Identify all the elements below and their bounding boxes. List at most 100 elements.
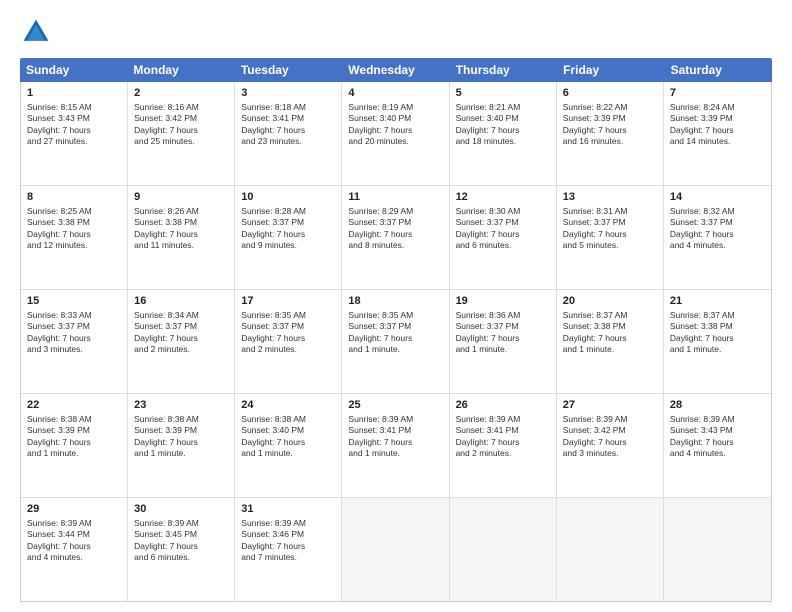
cell-line: Sunset: 3:39 PM (27, 425, 121, 436)
cal-cell: 4Sunrise: 8:19 AMSunset: 3:40 PMDaylight… (342, 82, 449, 185)
cell-line: Daylight: 7 hours (134, 541, 228, 552)
cal-cell: 27Sunrise: 8:39 AMSunset: 3:42 PMDayligh… (557, 394, 664, 497)
day-number: 29 (27, 502, 121, 517)
cell-line: Sunrise: 8:39 AM (134, 518, 228, 529)
cal-cell: 24Sunrise: 8:38 AMSunset: 3:40 PMDayligh… (235, 394, 342, 497)
cell-line: Sunset: 3:41 PM (348, 425, 442, 436)
cal-cell: 29Sunrise: 8:39 AMSunset: 3:44 PMDayligh… (21, 498, 128, 601)
cell-line: Daylight: 7 hours (241, 333, 335, 344)
cal-cell: 13Sunrise: 8:31 AMSunset: 3:37 PMDayligh… (557, 186, 664, 289)
day-number: 7 (670, 86, 765, 101)
page: SundayMondayTuesdayWednesdayThursdayFrid… (0, 0, 792, 612)
day-number: 6 (563, 86, 657, 101)
cell-line: Sunset: 3:37 PM (348, 217, 442, 228)
cal-cell (450, 498, 557, 601)
cell-line: and 1 minute. (456, 344, 550, 355)
day-number: 16 (134, 294, 228, 309)
cell-line: and 4 minutes. (27, 552, 121, 563)
cell-line: Sunrise: 8:29 AM (348, 206, 442, 217)
cell-line: Daylight: 7 hours (456, 229, 550, 240)
cell-line: Sunset: 3:41 PM (241, 113, 335, 124)
cell-line: Sunrise: 8:35 AM (348, 310, 442, 321)
cell-line: and 8 minutes. (348, 240, 442, 251)
day-number: 22 (27, 398, 121, 413)
day-number: 20 (563, 294, 657, 309)
cell-line: Sunset: 3:38 PM (134, 217, 228, 228)
cal-cell: 30Sunrise: 8:39 AMSunset: 3:45 PMDayligh… (128, 498, 235, 601)
cell-line: and 9 minutes. (241, 240, 335, 251)
cell-line: and 14 minutes. (670, 136, 765, 147)
cal-row: 8Sunrise: 8:25 AMSunset: 3:38 PMDaylight… (21, 186, 771, 290)
day-number: 25 (348, 398, 442, 413)
cell-line: Daylight: 7 hours (563, 437, 657, 448)
cal-cell: 28Sunrise: 8:39 AMSunset: 3:43 PMDayligh… (664, 394, 771, 497)
cell-line: Daylight: 7 hours (134, 437, 228, 448)
cell-line: Sunrise: 8:22 AM (563, 102, 657, 113)
day-number: 13 (563, 190, 657, 205)
logo (20, 16, 56, 48)
cal-cell: 11Sunrise: 8:29 AMSunset: 3:37 PMDayligh… (342, 186, 449, 289)
cell-line: Sunrise: 8:30 AM (456, 206, 550, 217)
cal-header-cell: Wednesday (342, 58, 449, 82)
cell-line: Sunset: 3:38 PM (27, 217, 121, 228)
day-number: 21 (670, 294, 765, 309)
cell-line: Sunset: 3:38 PM (670, 321, 765, 332)
cal-cell: 26Sunrise: 8:39 AMSunset: 3:41 PMDayligh… (450, 394, 557, 497)
cell-line: and 3 minutes. (27, 344, 121, 355)
cal-cell: 17Sunrise: 8:35 AMSunset: 3:37 PMDayligh… (235, 290, 342, 393)
cal-cell (342, 498, 449, 601)
cell-line: Sunrise: 8:35 AM (241, 310, 335, 321)
cell-line: and 18 minutes. (456, 136, 550, 147)
cell-line: Sunset: 3:37 PM (27, 321, 121, 332)
cell-line: and 27 minutes. (27, 136, 121, 147)
cell-line: Sunset: 3:42 PM (134, 113, 228, 124)
cell-line: Sunrise: 8:37 AM (670, 310, 765, 321)
cell-line: Sunset: 3:37 PM (241, 217, 335, 228)
day-number: 15 (27, 294, 121, 309)
cal-cell: 23Sunrise: 8:38 AMSunset: 3:39 PMDayligh… (128, 394, 235, 497)
calendar-header: SundayMondayTuesdayWednesdayThursdayFrid… (20, 58, 772, 82)
cell-line: Sunset: 3:37 PM (670, 217, 765, 228)
cell-line: and 3 minutes. (563, 448, 657, 459)
cell-line: and 2 minutes. (134, 344, 228, 355)
cell-line: Sunrise: 8:15 AM (27, 102, 121, 113)
cal-cell: 6Sunrise: 8:22 AMSunset: 3:39 PMDaylight… (557, 82, 664, 185)
cell-line: Daylight: 7 hours (27, 437, 121, 448)
cell-line: Daylight: 7 hours (241, 437, 335, 448)
day-number: 19 (456, 294, 550, 309)
cal-row: 1Sunrise: 8:15 AMSunset: 3:43 PMDaylight… (21, 82, 771, 186)
cal-cell: 25Sunrise: 8:39 AMSunset: 3:41 PMDayligh… (342, 394, 449, 497)
cell-line: and 4 minutes. (670, 240, 765, 251)
day-number: 11 (348, 190, 442, 205)
cell-line: Sunrise: 8:31 AM (563, 206, 657, 217)
cell-line: and 6 minutes. (134, 552, 228, 563)
cal-cell: 8Sunrise: 8:25 AMSunset: 3:38 PMDaylight… (21, 186, 128, 289)
cell-line: Daylight: 7 hours (348, 333, 442, 344)
cell-line: and 1 minute. (348, 448, 442, 459)
cell-line: Sunset: 3:39 PM (670, 113, 765, 124)
cell-line: Daylight: 7 hours (456, 437, 550, 448)
cell-line: Daylight: 7 hours (348, 437, 442, 448)
cal-cell: 16Sunrise: 8:34 AMSunset: 3:37 PMDayligh… (128, 290, 235, 393)
cal-cell: 18Sunrise: 8:35 AMSunset: 3:37 PMDayligh… (342, 290, 449, 393)
cell-line: and 12 minutes. (27, 240, 121, 251)
cell-line: Sunrise: 8:24 AM (670, 102, 765, 113)
cell-line: and 1 minute. (563, 344, 657, 355)
cal-header-cell: Saturday (665, 58, 772, 82)
cell-line: Sunrise: 8:26 AM (134, 206, 228, 217)
logo-icon (20, 16, 52, 48)
cell-line: and 5 minutes. (563, 240, 657, 251)
cal-cell: 19Sunrise: 8:36 AMSunset: 3:37 PMDayligh… (450, 290, 557, 393)
cell-line: and 2 minutes. (241, 344, 335, 355)
header (20, 16, 772, 48)
cell-line: Daylight: 7 hours (241, 125, 335, 136)
cell-line: Sunset: 3:43 PM (670, 425, 765, 436)
cell-line: Sunrise: 8:39 AM (670, 414, 765, 425)
cell-line: Daylight: 7 hours (563, 229, 657, 240)
cell-line: Sunset: 3:37 PM (134, 321, 228, 332)
cal-header-cell: Thursday (450, 58, 557, 82)
cell-line: and 11 minutes. (134, 240, 228, 251)
cal-cell: 31Sunrise: 8:39 AMSunset: 3:46 PMDayligh… (235, 498, 342, 601)
day-number: 8 (27, 190, 121, 205)
cal-cell: 10Sunrise: 8:28 AMSunset: 3:37 PMDayligh… (235, 186, 342, 289)
